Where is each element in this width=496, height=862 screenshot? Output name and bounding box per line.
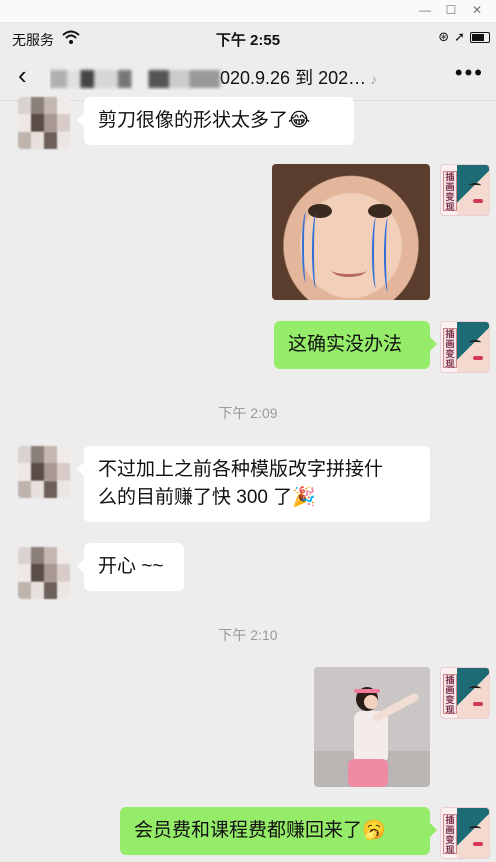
battery-icon [470,31,490,43]
avatar[interactable]: 插画变现 [440,807,490,859]
message-bubble[interactable]: 会员费和课程费都赚回来了🥱 [120,807,437,855]
timestamp: 下午 2:09 [218,405,278,421]
party-popper-emoji: 🎉 [292,487,316,508]
message-bubble[interactable]: 开心 ~~ [77,543,184,591]
message-list[interactable]: 剪刀很像的形状太多了😂 插画变现 这确实没办法 插画变现 下午 2:09 不过加… [0,97,496,862]
status-time: 下午 2:55 [215,32,281,49]
ear-icon: ♪ [370,71,378,87]
blurred-name [50,70,220,89]
more-icon[interactable]: ••• [455,60,484,86]
maximize-icon[interactable]: ☐ [442,2,460,18]
close-icon[interactable]: ✕ [468,2,486,18]
avatar[interactable]: 插画变现 [440,164,490,216]
avatar[interactable]: 插画变现 [440,321,490,373]
status-bar: 无服务 下午 2:55 ⊛ ➚ [0,24,496,52]
timestamp: 下午 2:10 [218,627,278,643]
laughing-emoji: 😂 [288,110,311,131]
window-titlebar: — ☐ ✕ [0,0,496,23]
chevron-left-icon[interactable]: ‹ [18,62,27,88]
avatar[interactable] [18,446,70,498]
orientation-lock-icon: ⊛ [438,29,450,44]
message-bubble[interactable]: 不过加上之前各种模版改字拼接什 么的目前赚了快 300 了🎉 [77,446,430,522]
avatar[interactable]: 插画变现 [440,667,490,719]
dancing-girl-photo[interactable] [314,667,430,787]
location-icon: ➚ [454,29,465,44]
chat-header: ‹ 020.9.26 到 202… ♪ ••• [0,52,496,101]
minimize-icon[interactable]: — [416,2,434,18]
avatar[interactable] [18,547,70,599]
chat-title: 020.9.26 到 202… ♪ [50,64,430,90]
message-bubble[interactable]: 这确实没办法 [274,321,437,369]
crying-baby-photo[interactable] [272,164,430,300]
yawning-emoji: 🥱 [362,820,386,841]
avatar[interactable] [18,97,70,149]
message-bubble[interactable]: 剪刀很像的形状太多了😂 [77,97,354,145]
